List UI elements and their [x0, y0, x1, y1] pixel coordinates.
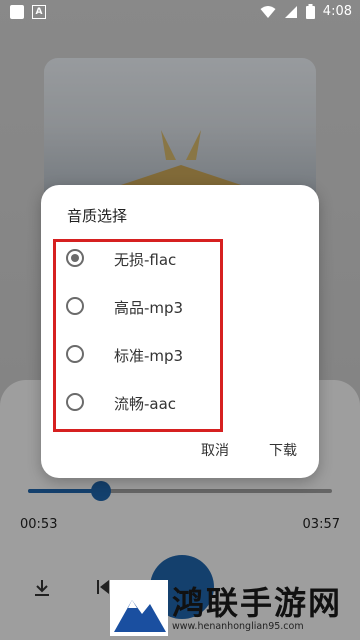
- annotation-highlight-box: [53, 239, 223, 432]
- notification-square-icon: [10, 5, 24, 19]
- dialog-title: 音质选择: [67, 207, 128, 225]
- watermark-logo: [110, 580, 168, 636]
- a-notification-icon: A: [32, 5, 46, 19]
- watermark-title: 鸿联手游网: [172, 583, 343, 622]
- cancel-button[interactable]: 取消: [201, 440, 229, 460]
- status-time: 4:08: [322, 4, 352, 19]
- wifi-icon: [260, 5, 276, 18]
- signal-icon: [284, 5, 297, 18]
- watermark-url: www.henanhonglian95.com: [172, 620, 304, 632]
- battery-icon: [305, 4, 315, 19]
- watermark: 鸿联手游网 www.henanhonglian95.com: [110, 576, 360, 640]
- status-bar: A 4:08: [0, 0, 360, 26]
- download-button[interactable]: 下载: [269, 440, 297, 460]
